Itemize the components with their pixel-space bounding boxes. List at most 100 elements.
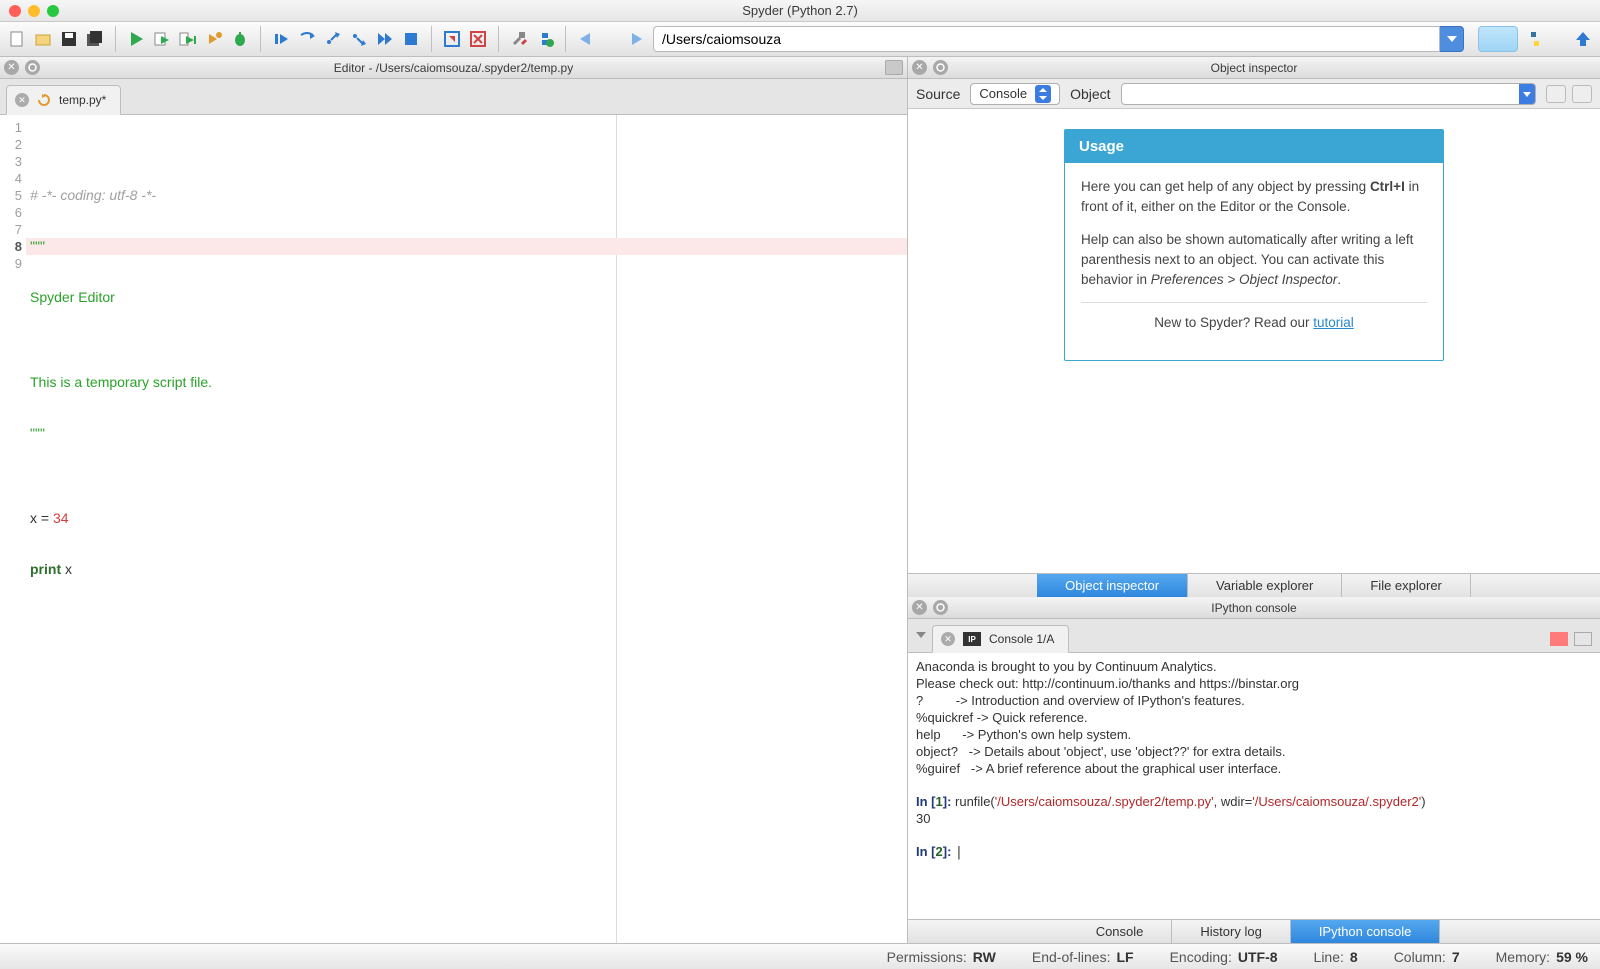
inspector-body: Usage Here you can get help of any objec… (908, 109, 1600, 573)
object-label: Object (1070, 86, 1110, 102)
chevron-down-icon[interactable] (912, 624, 930, 646)
editor-pane-title: Editor - /Users/caiomsouza/.spyder2/temp… (0, 61, 907, 75)
subtab-file-explorer[interactable]: File explorer (1342, 574, 1471, 597)
nav-forward-button[interactable] (625, 28, 647, 50)
status-permissions: Permissions:RW (887, 949, 996, 965)
subtab-console[interactable]: Console (1068, 920, 1173, 943)
subtab-variable-explorer[interactable]: Variable explorer (1188, 574, 1342, 597)
status-eol: End-of-lines:LF (1032, 949, 1134, 965)
options-icon[interactable] (1574, 632, 1592, 646)
current-line-highlight (26, 238, 907, 255)
usage-paragraph-1: Here you can get help of any object by p… (1081, 177, 1427, 218)
ipython-pane-header: ✕ IPython console (908, 597, 1600, 619)
new-file-button[interactable] (6, 28, 28, 50)
status-column: Column:7 (1394, 949, 1460, 965)
close-icon[interactable]: ✕ (912, 60, 927, 75)
usage-card: Usage Here you can get help of any objec… (1064, 129, 1444, 361)
fullscreen-button[interactable] (467, 28, 489, 50)
editor-tabstrip: ✕ temp.py* (0, 79, 907, 115)
subtab-object-inspector[interactable]: Object inspector (1037, 574, 1188, 597)
source-label: Source (916, 86, 960, 102)
window-controls (0, 5, 59, 17)
ipython-tab-label: Console 1/A (989, 632, 1054, 646)
reload-icon[interactable] (37, 93, 51, 107)
inspector-toolbar: Source Console Object (908, 79, 1600, 109)
nav-back-button[interactable] (575, 28, 597, 50)
status-encoding: Encoding:UTF-8 (1170, 949, 1278, 965)
debug-button[interactable] (229, 28, 251, 50)
editor-tab-temp[interactable]: ✕ temp.py* (6, 85, 121, 115)
run-cell-advance-button[interactable] (177, 28, 199, 50)
up-arrow-button[interactable] (1572, 28, 1594, 50)
run-cell-button[interactable] (151, 28, 173, 50)
editor-column: ✕ Editor - /Users/caiomsouza/.spyder2/te… (0, 57, 908, 943)
working-dir-field[interactable] (653, 26, 1464, 52)
close-icon[interactable]: ✕ (4, 60, 19, 75)
line-number-gutter: 123456789 (0, 115, 26, 943)
run-button[interactable] (125, 28, 147, 50)
gear-icon[interactable] (933, 600, 948, 615)
ipy-badge-icon: IP (963, 632, 981, 646)
code-editor[interactable]: 123456789 # -*- coding: utf-8 -*- """ Sp… (0, 115, 907, 943)
code-area[interactable]: # -*- coding: utf-8 -*- """ Spyder Edito… (26, 115, 907, 943)
ipython-tab-console1[interactable]: ✕ IP Console 1/A (932, 625, 1069, 653)
maximize-icon[interactable] (47, 5, 59, 17)
working-dir-dropdown-icon[interactable] (1440, 26, 1464, 52)
source-select[interactable]: Console (970, 83, 1060, 105)
lock-icon[interactable] (1546, 85, 1566, 103)
ipython-output[interactable]: Anaconda is brought to you by Continuum … (908, 653, 1600, 919)
maximize-pane-button[interactable] (441, 28, 463, 50)
spyder-window: Spyder (Python 2.7) (0, 0, 1600, 969)
status-memory: Memory:59 % (1496, 949, 1588, 965)
working-dir-input[interactable] (653, 26, 1440, 52)
save-button[interactable] (58, 28, 80, 50)
debug-step-over-button[interactable] (322, 28, 344, 50)
subtab-history-log[interactable]: History log (1172, 920, 1290, 943)
run-selection-button[interactable] (203, 28, 225, 50)
preferences-button[interactable] (508, 28, 530, 50)
console-subtabs: Console History log IPython console (908, 919, 1600, 943)
close-tab-icon[interactable]: ✕ (941, 632, 955, 646)
gear-icon[interactable] (933, 60, 948, 75)
subtab-ipython-console[interactable]: IPython console (1291, 920, 1441, 943)
inspector-pane-title: Object inspector (908, 61, 1600, 75)
inspector-subtabs: Object inspector Variable explorer File … (908, 573, 1600, 597)
browse-folder-button[interactable] (1478, 26, 1518, 52)
chevron-down-icon (1519, 84, 1535, 104)
python-icon[interactable] (1524, 28, 1546, 50)
usage-paragraph-2: Help can also be shown automatically aft… (1081, 230, 1427, 291)
object-input[interactable] (1121, 83, 1536, 105)
right-column: ✕ Object inspector Source Console Object (908, 57, 1600, 943)
status-line: Line:8 (1314, 949, 1358, 965)
inspector-pane-header: ✕ Object inspector (908, 57, 1600, 79)
editor-tab-label: temp.py* (59, 93, 106, 107)
close-icon[interactable] (9, 5, 21, 17)
close-icon[interactable]: ✕ (912, 600, 927, 615)
debug-step-out-button[interactable] (348, 28, 370, 50)
save-all-button[interactable] (84, 28, 106, 50)
stop-kernel-icon[interactable] (1550, 632, 1568, 646)
window-title: Spyder (Python 2.7) (0, 3, 1600, 18)
options-icon[interactable] (1572, 85, 1592, 103)
debug-continue-button[interactable] (374, 28, 396, 50)
ipython-pane: ✕ IPython console ✕ IP Console 1/A (908, 597, 1600, 943)
titlebar: Spyder (Python 2.7) (0, 0, 1600, 22)
chevron-updown-icon (1035, 85, 1051, 103)
debug-stop-button[interactable] (400, 28, 422, 50)
statusbar: Permissions:RW End-of-lines:LF Encoding:… (0, 943, 1600, 969)
close-tab-icon[interactable]: ✕ (15, 93, 29, 107)
panel-options-icon[interactable] (885, 60, 903, 75)
editor-pane-header: ✕ Editor - /Users/caiomsouza/.spyder2/te… (0, 57, 907, 79)
divider (1081, 302, 1427, 303)
minimize-icon[interactable] (28, 5, 40, 17)
ipy-banner: Anaconda is brought to you by Continuum … (916, 659, 1299, 776)
debug-step-button[interactable] (270, 28, 292, 50)
pythonpath-button[interactable] (534, 28, 556, 50)
gear-icon[interactable] (25, 60, 40, 75)
main-toolbar (0, 22, 1600, 57)
tutorial-link[interactable]: tutorial (1313, 315, 1354, 330)
tutorial-line: New to Spyder? Read our tutorial (1081, 313, 1427, 333)
debug-step-into-button[interactable] (296, 28, 318, 50)
open-file-button[interactable] (32, 28, 54, 50)
object-inspector-pane: ✕ Object inspector Source Console Object (908, 57, 1600, 597)
